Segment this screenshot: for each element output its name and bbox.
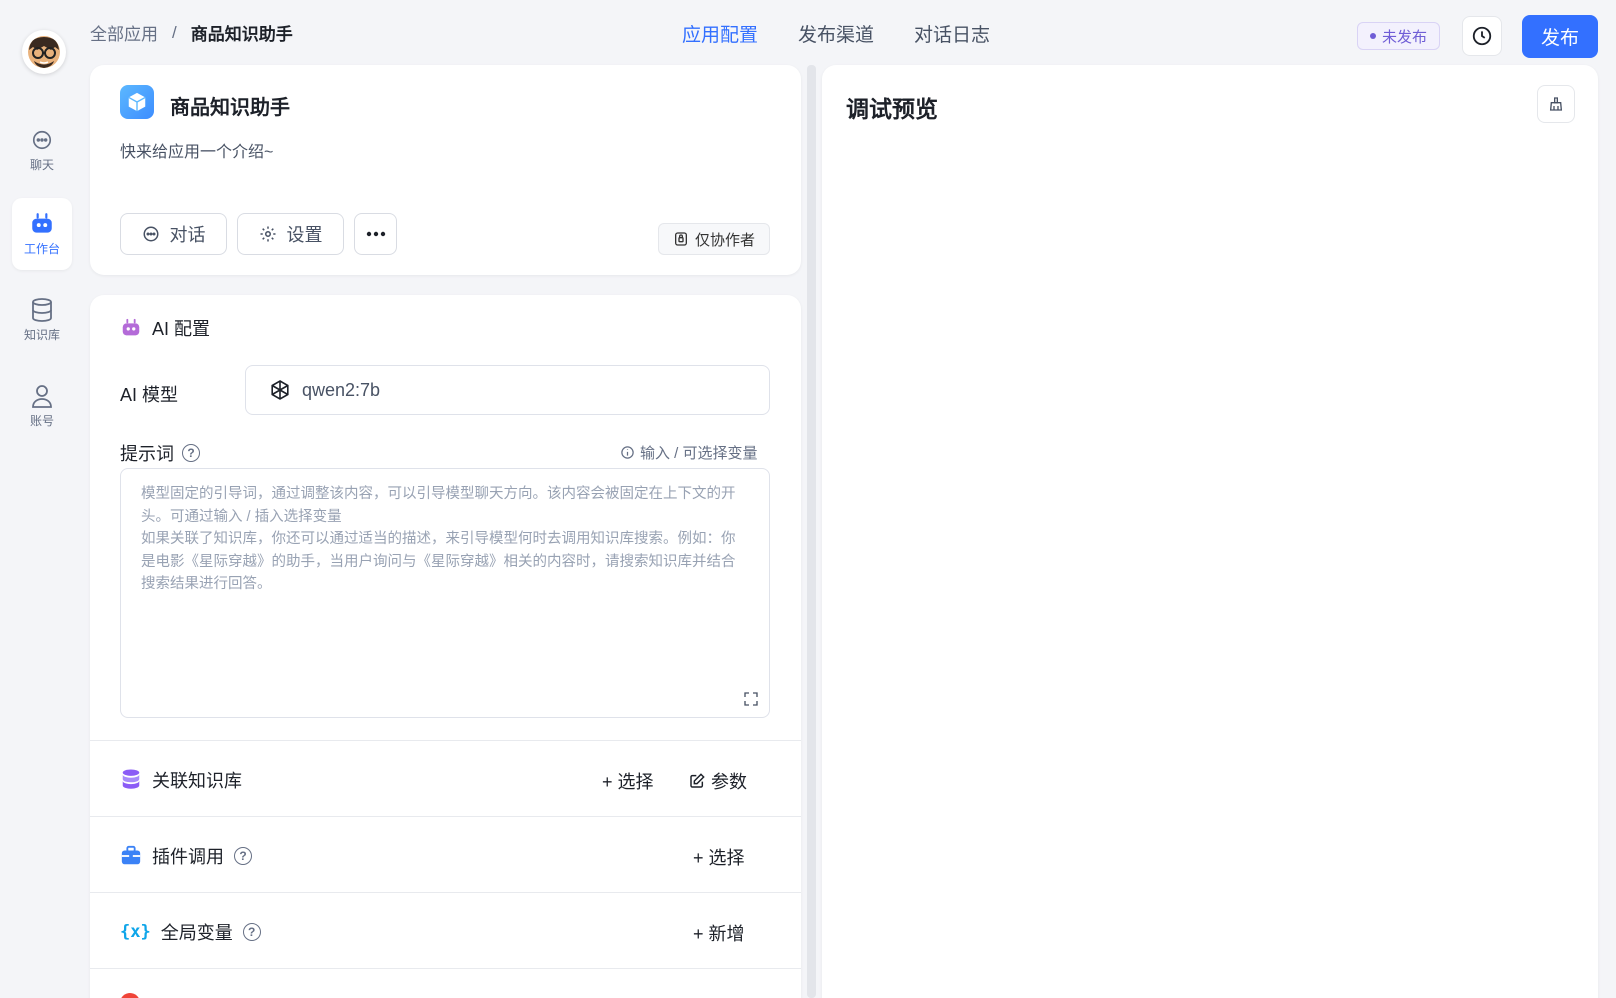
status-dot [1370, 33, 1376, 39]
chat-button[interactable]: 对话 [120, 213, 227, 255]
breadcrumb-separator: / [172, 22, 177, 42]
clear-chat-button[interactable] [1537, 85, 1575, 123]
section-divider [90, 968, 801, 969]
prompt-hint-text: 输入 / 可选择变量 [640, 445, 758, 462]
kb-select-button[interactable]: + 选择 [602, 768, 654, 794]
ai-config-header: AI 配置 [120, 315, 210, 341]
app-cube-icon [120, 85, 154, 119]
user-avatar[interactable] [22, 30, 66, 74]
model-label: AI 模型 [120, 385, 179, 405]
lock-icon [674, 232, 687, 246]
settings-button[interactable]: 设置 [237, 213, 344, 255]
database-icon [122, 769, 140, 789]
nav-item-knowledge[interactable]: 知识库 [12, 284, 72, 356]
sidebar: 聊天 工作台 知识库 账号 [0, 0, 84, 998]
nav-label-knowledge: 知识库 [23, 328, 60, 342]
ai-config-title: AI 配置 [152, 319, 211, 339]
avatar-face-icon [28, 36, 60, 68]
variable-icon: {x} [120, 922, 151, 942]
breadcrumb: 全部应用 / 商品知识助手 [90, 20, 293, 45]
chat-icon [29, 127, 55, 153]
breadcrumb-current: 商品知识助手 [190, 25, 293, 44]
nav-label-account: 账号 [29, 414, 54, 428]
nav-item-workbench[interactable]: 工作台 [12, 198, 72, 270]
status-badge: 未发布 [1357, 22, 1441, 50]
info-icon [621, 446, 634, 459]
more-dots-icon [366, 231, 385, 237]
panel-resizer[interactable] [807, 65, 816, 998]
robot-icon [122, 318, 140, 336]
settings-button-label: 设置 [286, 225, 323, 245]
kb-label: 关联知识库 [152, 771, 242, 791]
toolbox-icon [121, 845, 141, 865]
collaborator-button[interactable]: 仅协作者 [658, 223, 770, 255]
section-divider [90, 816, 801, 817]
broom-icon [1549, 97, 1563, 111]
robot-icon [29, 211, 55, 237]
app-name: 商品知识助手 [170, 97, 290, 119]
breadcrumb-root[interactable]: 全部应用 [90, 20, 158, 45]
openai-icon [271, 380, 289, 400]
gear-icon [260, 226, 275, 242]
tab-bar: 应用配置 发布渠道 对话日志 [682, 20, 990, 47]
publish-button[interactable]: 发布 [1522, 15, 1598, 58]
vars-add-button[interactable]: + 新增 [693, 920, 745, 946]
clock-icon [1472, 26, 1492, 46]
model-value: qwen2:7b [302, 379, 381, 400]
prompt-placeholder-line2: 如果关联了知识库，你还可以通过适当的描述，来引导模型何时去调用知识库搜索。例如：… [141, 531, 736, 592]
kb-row: 关联知识库 [120, 767, 242, 793]
help-icon[interactable]: ? [182, 444, 200, 462]
model-select[interactable]: qwen2:7b [245, 365, 770, 415]
next-section-icon [120, 993, 140, 998]
help-icon[interactable]: ? [242, 923, 261, 941]
database-icon [29, 297, 55, 323]
debug-preview-panel: 调试预览 [822, 65, 1598, 998]
history-button[interactable] [1462, 16, 1502, 56]
more-button[interactable] [354, 213, 397, 255]
preview-title: 调试预览 [846, 96, 938, 122]
section-divider [90, 892, 801, 893]
prompt-label: 提示词 [120, 444, 174, 464]
nav-label-chat: 聊天 [29, 158, 54, 172]
plugin-select-button[interactable]: + 选择 [693, 844, 745, 870]
prompt-hint: 输入 / 可选择变量 [620, 442, 758, 463]
status-text: 未发布 [1382, 28, 1428, 46]
collaborator-label: 仅协作者 [694, 231, 755, 249]
prompt-label-row: 提示词 ? [120, 440, 200, 466]
expand-icon[interactable] [743, 691, 759, 707]
edit-icon [690, 773, 705, 788]
help-icon[interactable]: ? [234, 847, 252, 865]
nav-label-workbench: 工作台 [23, 242, 60, 256]
prompt-placeholder-line1: 模型固定的引导词，通过调整该内容，可以引导模型聊天方向。该内容会被固定在上下文的… [141, 486, 736, 525]
kb-params-label: 参数 [711, 772, 747, 792]
section-divider [90, 740, 801, 741]
tab-publish-channel[interactable]: 发布渠道 [798, 20, 874, 47]
tab-app-config[interactable]: 应用配置 [682, 20, 758, 47]
app-intro[interactable]: 快来给应用一个介绍~ [120, 138, 273, 162]
prompt-textarea[interactable]: 模型固定的引导词，通过调整该内容，可以引导模型聊天方向。该内容会被固定在上下文的… [120, 468, 770, 718]
chat-icon [143, 226, 158, 242]
plugin-row: 插件调用 ? [120, 843, 252, 869]
ai-config-card: AI 配置 AI 模型 qwen2:7b 提示词 ? 输入 / 可选择变量 模型… [90, 295, 801, 998]
chat-button-label: 对话 [169, 225, 206, 245]
plugin-label: 插件调用 [152, 847, 224, 867]
vars-row: {x} 全局变量 ? [120, 919, 261, 945]
kb-params-button[interactable]: 参数 [689, 768, 747, 794]
nav-item-account[interactable]: 账号 [12, 370, 72, 442]
user-icon [29, 383, 55, 409]
nav-item-chat[interactable]: 聊天 [12, 114, 72, 186]
app-info-card: 商品知识助手 快来给应用一个介绍~ 对话 设置 仅协作者 [90, 65, 801, 275]
vars-label: 全局变量 [160, 923, 233, 943]
tab-chat-logs[interactable]: 对话日志 [914, 20, 990, 47]
